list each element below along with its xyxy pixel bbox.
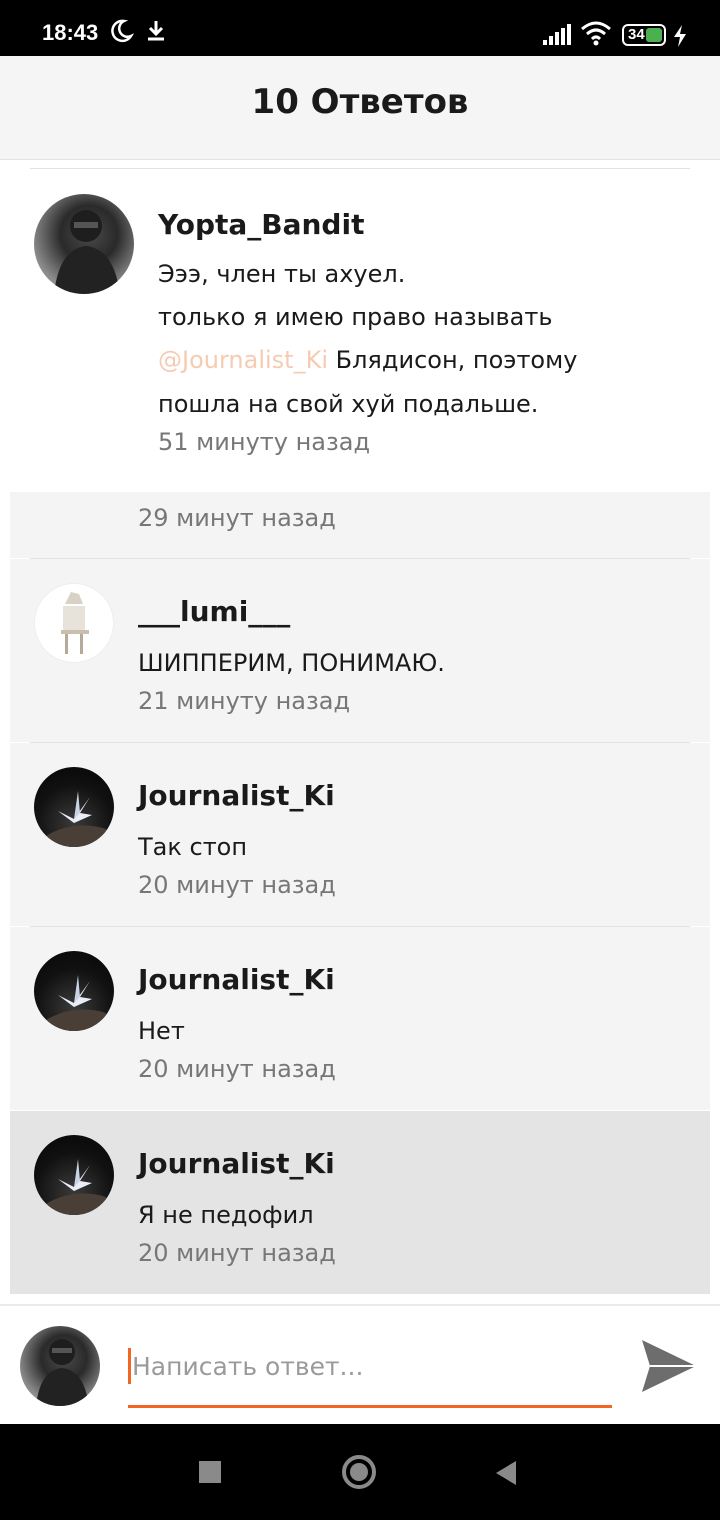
comment-text-line: Эээ, член ты ахуел. bbox=[158, 260, 406, 288]
send-icon[interactable] bbox=[640, 1338, 698, 1394]
user-photo-icon bbox=[54, 210, 120, 294]
paper-crane-icon bbox=[44, 1159, 106, 1215]
reply-timestamp: 29 минут назад bbox=[138, 504, 336, 532]
home-button-icon[interactable] bbox=[342, 1455, 376, 1489]
avatar[interactable] bbox=[34, 767, 114, 847]
comment-text-fragment: Блядисон, поэтому bbox=[328, 346, 578, 374]
reply-timestamp: 20 минут назад bbox=[138, 1055, 336, 1083]
header: 10 Ответов bbox=[0, 56, 720, 160]
paper-crane-icon bbox=[44, 975, 106, 1031]
reply-text: Так стоп bbox=[138, 833, 248, 861]
reply-text: Я не педофил bbox=[138, 1201, 314, 1229]
reply-username[interactable]: ___lumi___ bbox=[138, 595, 290, 628]
comment-timestamp: 51 минуту назад bbox=[158, 428, 371, 456]
status-time: 18:43 bbox=[42, 20, 99, 45]
reply-username[interactable]: Journalist_Ki bbox=[138, 779, 335, 812]
reply-username[interactable]: Journalist_Ki bbox=[138, 963, 335, 996]
battery-level: 34 bbox=[628, 26, 645, 43]
divider bbox=[30, 168, 690, 169]
reply-item-partial: 29 минут назад bbox=[10, 492, 710, 558]
reply-timestamp: 20 минут назад bbox=[138, 1239, 336, 1267]
signal-icon bbox=[543, 24, 571, 45]
page-title: 10 Ответов bbox=[251, 82, 469, 122]
paper-crane-icon bbox=[44, 791, 106, 847]
reply-input[interactable]: Написать ответ... bbox=[128, 1336, 612, 1408]
battery-icon: 34 bbox=[622, 24, 666, 46]
comment-text-line: только я имею право называть bbox=[158, 303, 553, 331]
reply-item: ___lumi___ ШИППЕРИМ, ПОНИМАЮ. 21 минуту … bbox=[10, 559, 710, 742]
text-caret bbox=[128, 1348, 131, 1384]
comment-username[interactable]: Yopta_Bandit bbox=[158, 208, 364, 241]
reply-input-placeholder: Написать ответ... bbox=[132, 1352, 364, 1381]
mention-link[interactable]: @Journalist_Ki bbox=[158, 346, 328, 374]
avatar bbox=[20, 1326, 100, 1406]
reply-item: Journalist_Ki Нет 20 минут назад bbox=[10, 927, 710, 1110]
reply-text: ШИППЕРИМ, ПОНИМАЮ. bbox=[138, 649, 445, 677]
recents-button-icon[interactable] bbox=[199, 1461, 221, 1483]
replies-list[interactable]: Yopta_Bandit Эээ, член ты ахуел. только … bbox=[0, 160, 720, 1304]
comment-text-line: пошла на свой хуй подальше. bbox=[158, 390, 539, 418]
charging-icon bbox=[674, 25, 686, 47]
system-nav-bar bbox=[0, 1424, 720, 1520]
avatar[interactable] bbox=[34, 583, 114, 663]
user-photo-icon bbox=[36, 1339, 89, 1406]
reply-item: Journalist_Ki Так стоп 20 минут назад bbox=[10, 743, 710, 926]
user-photo-icon bbox=[61, 592, 89, 654]
reply-text: Нет bbox=[138, 1017, 185, 1045]
avatar[interactable] bbox=[34, 1135, 114, 1215]
reply-item-selected[interactable]: Journalist_Ki Я не педофил 20 минут наза… bbox=[10, 1111, 710, 1294]
avatar[interactable] bbox=[34, 951, 114, 1031]
status-bar: 18:43 34 bbox=[0, 0, 720, 56]
reply-timestamp: 21 минуту назад bbox=[138, 687, 351, 715]
download-icon bbox=[148, 21, 164, 41]
back-button-icon[interactable] bbox=[494, 1460, 518, 1486]
comment-text-line: @Journalist_Ki Блядисон, поэтому bbox=[158, 346, 577, 374]
wifi-icon bbox=[581, 21, 611, 46]
moon-icon bbox=[111, 19, 134, 43]
reply-timestamp: 20 минут назад bbox=[138, 871, 336, 899]
reply-composer: Написать ответ... bbox=[0, 1304, 720, 1424]
reply-username[interactable]: Journalist_Ki bbox=[138, 1147, 335, 1180]
avatar[interactable] bbox=[34, 194, 134, 294]
